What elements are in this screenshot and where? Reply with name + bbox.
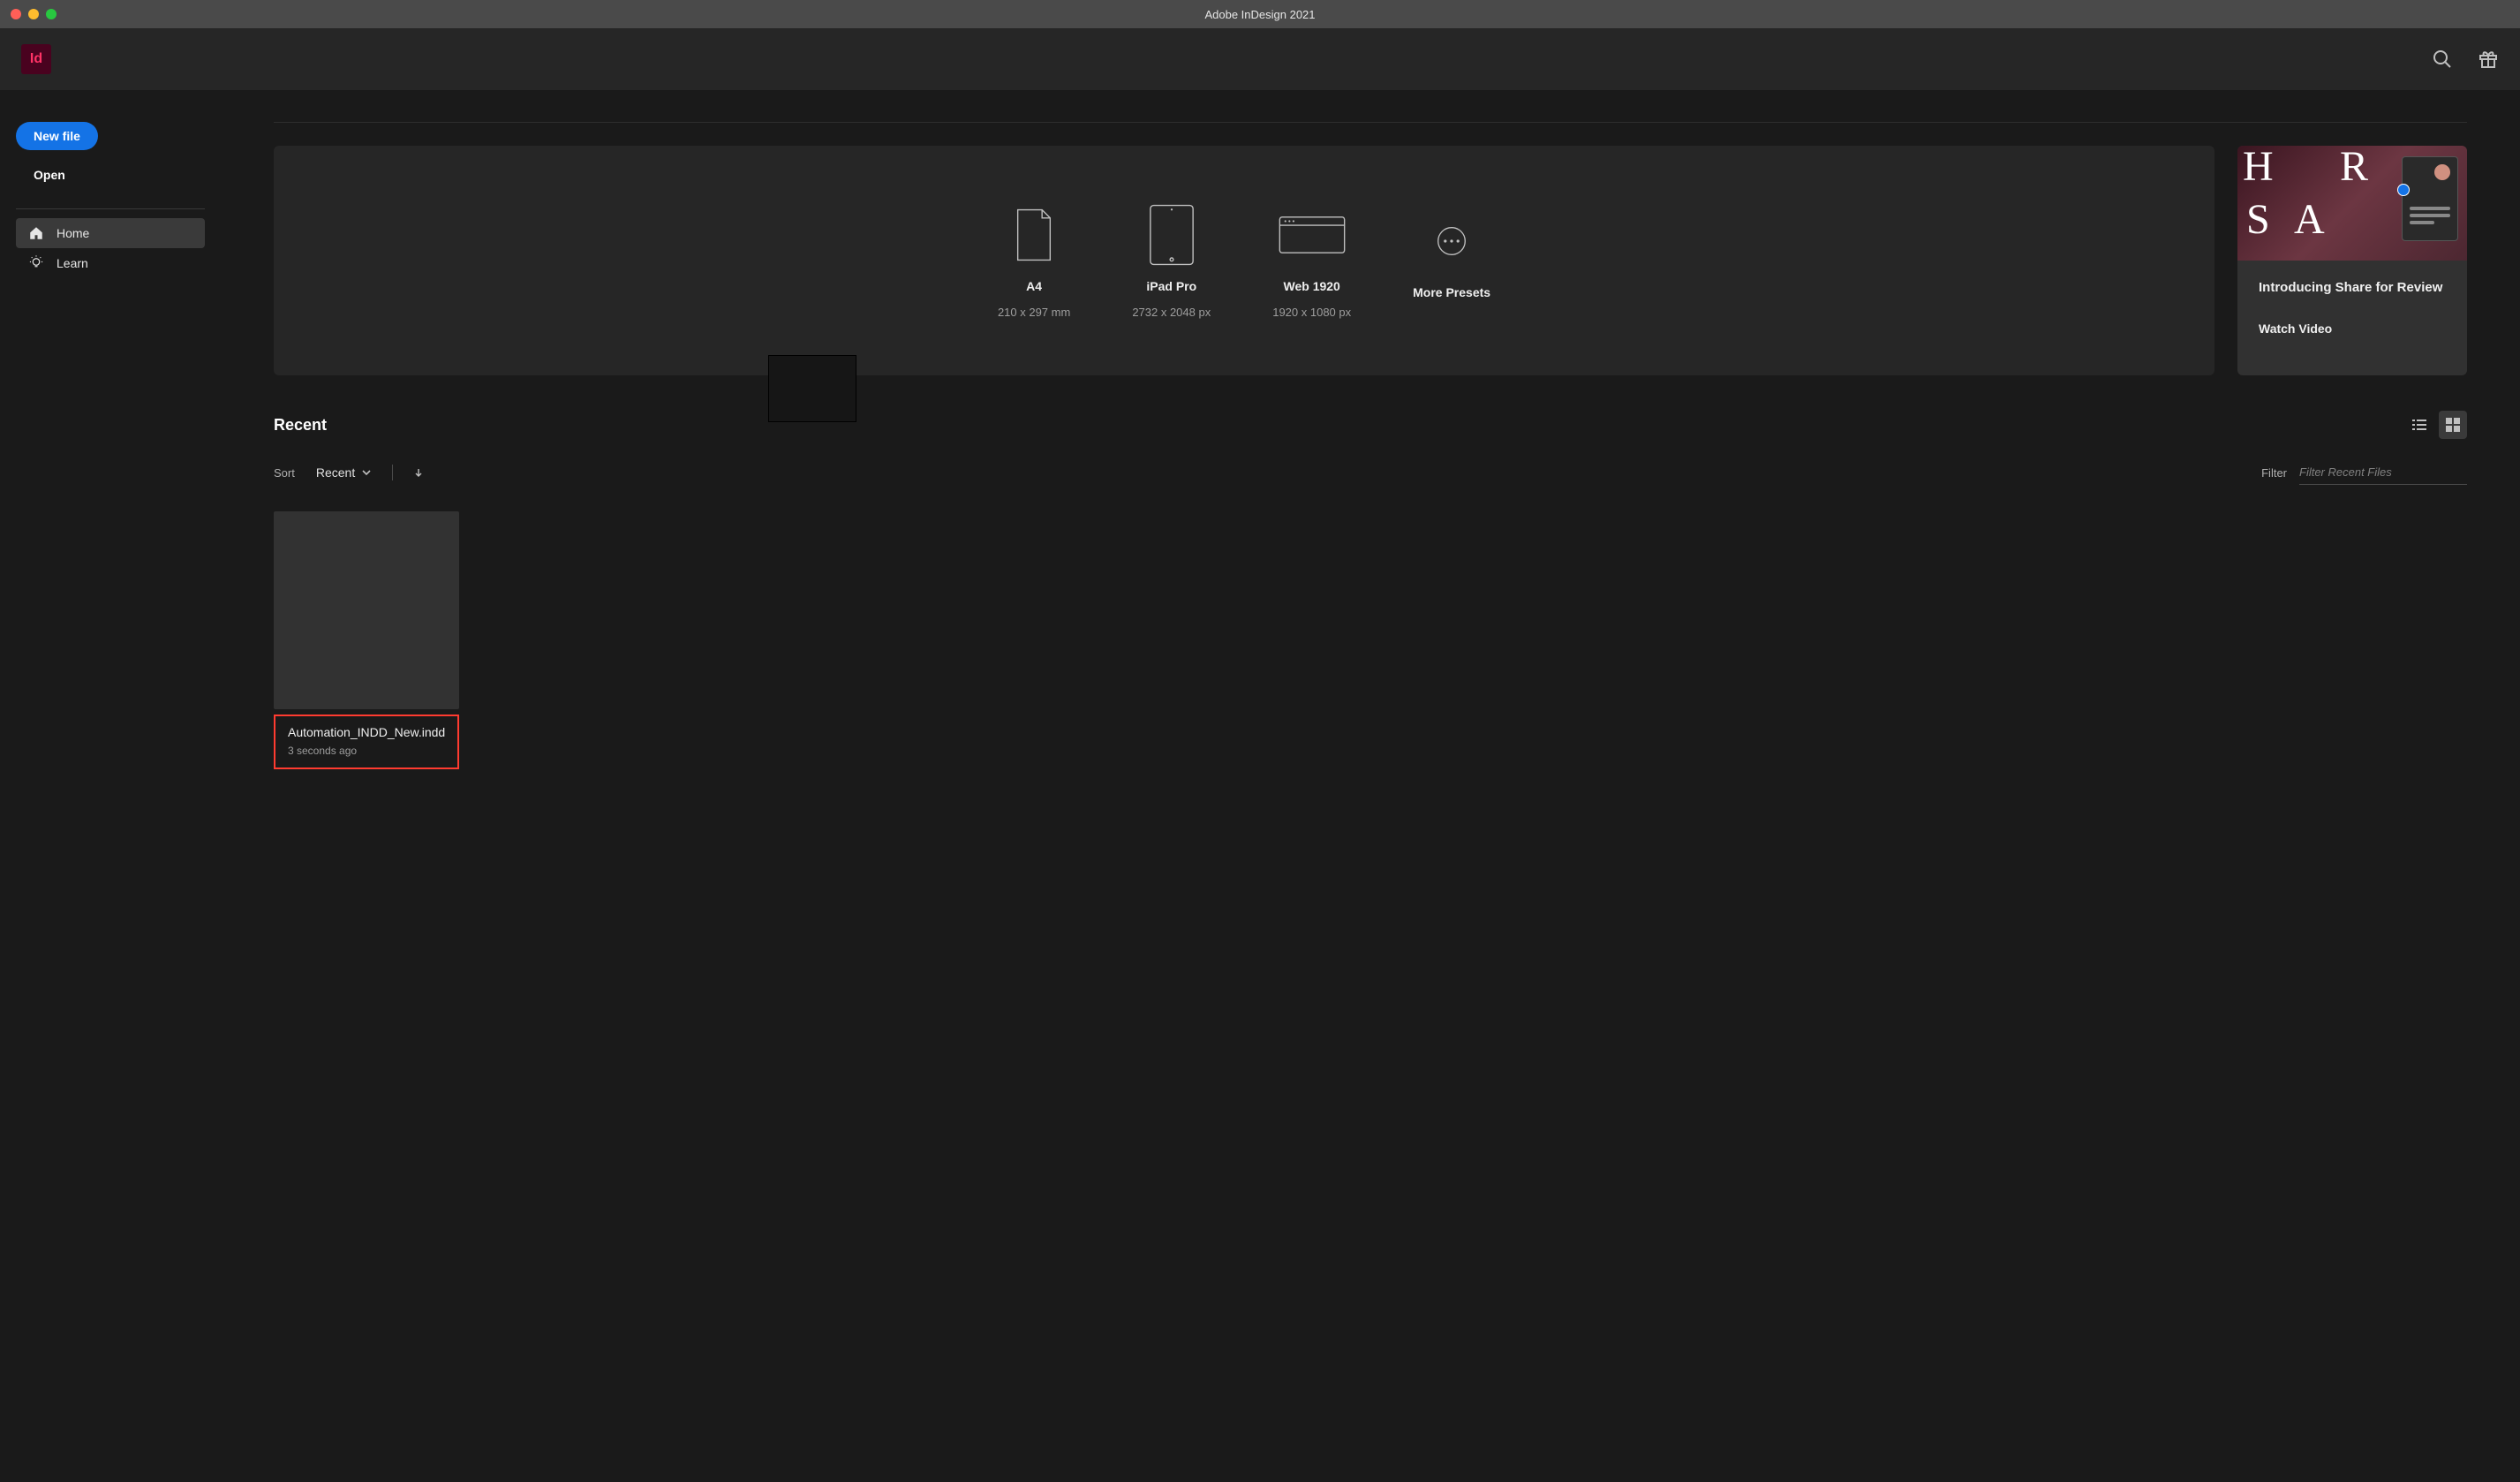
browser-icon (1277, 203, 1347, 267)
lightbulb-icon (28, 255, 44, 271)
preset-more[interactable]: More Presets (1413, 209, 1490, 312)
maximize-window-icon[interactable] (46, 9, 57, 19)
home-icon (28, 225, 44, 241)
sidebar-item-label: Home (57, 226, 89, 240)
gift-icon[interactable] (2478, 49, 2499, 70)
recent-heading: Recent (274, 416, 327, 435)
tablet-icon (1136, 203, 1207, 267)
recent-item[interactable]: Automation_INDD_New.indd 3 seconds ago (274, 511, 459, 769)
title-bar: Adobe InDesign 2021 (0, 0, 2520, 28)
divider (392, 465, 393, 480)
preset-label: More Presets (1413, 285, 1490, 299)
minimize-window-icon[interactable] (28, 9, 39, 19)
promo-card[interactable]: H R S A Introducing Share for Review Wat… (2237, 146, 2467, 375)
top-toolbar: Id (0, 28, 2520, 90)
floating-placeholder (768, 355, 856, 422)
preset-label: iPad Pro (1146, 279, 1196, 293)
preset-sub: 1920 x 1080 px (1272, 306, 1351, 319)
sidebar-item-label: Learn (57, 256, 88, 270)
promo-image: H R S A (2237, 146, 2467, 261)
recent-grid: Automation_INDD_New.indd 3 seconds ago (274, 511, 2467, 769)
preset-a4[interactable]: A4 210 x 297 mm (998, 203, 1070, 319)
view-toggle (2405, 411, 2467, 439)
preset-sub: 210 x 297 mm (998, 306, 1070, 319)
list-view-button[interactable] (2405, 411, 2433, 439)
preset-sub: 2732 x 2048 px (1132, 306, 1211, 319)
toolbar-actions (2432, 49, 2499, 70)
content-area: A4 210 x 297 mm iPad Pro 2732 x 2048 px (221, 90, 2520, 1482)
promo-cta[interactable]: Watch Video (2259, 321, 2446, 336)
preset-label: A4 (1026, 279, 1042, 293)
recent-item-time: 3 seconds ago (288, 745, 445, 757)
document-icon (999, 203, 1069, 267)
sort-dropdown[interactable]: Recent (316, 465, 371, 480)
recent-item-name: Automation_INDD_New.indd (288, 725, 445, 739)
chevron-down-icon (362, 468, 371, 477)
preset-label: Web 1920 (1284, 279, 1340, 293)
app-logo: Id (21, 44, 51, 74)
sidebar-item-learn[interactable]: Learn (16, 248, 205, 278)
preset-panel: A4 210 x 297 mm iPad Pro 2732 x 2048 px (274, 146, 2214, 375)
sort-label: Sort (274, 466, 295, 480)
search-icon[interactable] (2432, 49, 2453, 70)
content-divider (274, 122, 2467, 123)
close-window-icon[interactable] (11, 9, 21, 19)
sort-value: Recent (316, 465, 355, 480)
preset-web-1920[interactable]: Web 1920 1920 x 1080 px (1272, 203, 1351, 319)
new-file-button[interactable]: New file (16, 122, 98, 150)
sidebar-divider (16, 208, 205, 209)
sidebar-item-home[interactable]: Home (16, 218, 205, 248)
more-icon (1416, 209, 1487, 273)
sidebar: New file Open Home Learn (0, 90, 221, 1482)
open-button[interactable]: Open (16, 161, 83, 189)
recent-thumbnail (274, 511, 459, 709)
grid-view-button[interactable] (2439, 411, 2467, 439)
filter-label: Filter (2261, 466, 2287, 480)
window-title: Adobe InDesign 2021 (1204, 8, 1315, 21)
preset-ipad-pro[interactable]: iPad Pro 2732 x 2048 px (1132, 203, 1211, 319)
filter-input[interactable] (2299, 460, 2467, 485)
highlight-annotation: Automation_INDD_New.indd 3 seconds ago (274, 715, 459, 769)
window-controls (0, 9, 57, 19)
sort-direction-button[interactable] (414, 466, 423, 480)
promo-title: Introducing Share for Review (2259, 280, 2446, 295)
